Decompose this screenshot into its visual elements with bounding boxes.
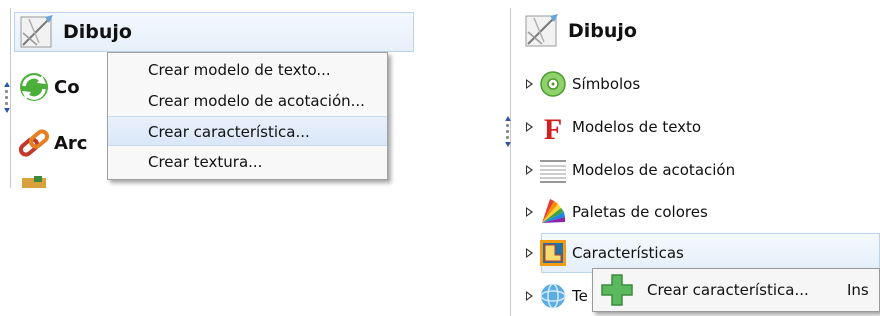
menu-item-shortcut: Ins bbox=[847, 281, 869, 299]
tree-item-label: Características bbox=[572, 244, 684, 262]
expand-arrow-icon[interactable] bbox=[526, 248, 533, 258]
folder-icon bbox=[22, 176, 46, 188]
text-style-icon: F bbox=[544, 113, 562, 142]
right-dibujo-header[interactable]: Dibujo bbox=[520, 12, 637, 50]
menu-item-crear-textura[interactable]: Crear textura... bbox=[108, 147, 387, 177]
left-row-arc-label: Arc bbox=[54, 132, 88, 154]
expand-arrow-icon[interactable] bbox=[526, 79, 533, 89]
menu-item-crear-modelo-texto[interactable]: Crear modelo de texto... bbox=[108, 55, 387, 85]
texture-icon bbox=[540, 283, 566, 309]
left-row-arc[interactable]: Arc bbox=[14, 126, 87, 160]
expand-arrow-icon[interactable] bbox=[526, 207, 533, 217]
left-dibujo-header[interactable]: Dibujo bbox=[14, 12, 414, 52]
menu-item-crear-modelo-acotacion[interactable]: Crear modelo de acotación... bbox=[108, 86, 387, 116]
right-context-menu: Crear característica... Ins bbox=[592, 268, 880, 312]
left-header-title: Dibujo bbox=[63, 21, 132, 43]
menu-item-crear-caracteristica[interactable]: Crear característica... bbox=[108, 116, 387, 146]
expand-arrow-icon[interactable] bbox=[526, 291, 533, 301]
left-row-co[interactable]: Co bbox=[14, 70, 80, 104]
drawing-tools-icon bbox=[20, 15, 53, 48]
tree-item-label: Paletas de colores bbox=[572, 203, 708, 221]
tree-item-label: Símbolos bbox=[572, 75, 641, 93]
expand-arrow-icon[interactable] bbox=[526, 165, 533, 175]
tree-item-caracteristicas[interactable]: Características bbox=[526, 237, 684, 269]
tree-item-te[interactable]: Te bbox=[526, 280, 588, 312]
right-panel-splitter[interactable] bbox=[505, 116, 511, 162]
tree-item-modelos-texto[interactable]: F Modelos de texto bbox=[526, 111, 701, 143]
color-palette-icon bbox=[542, 199, 565, 223]
dimension-style-icon bbox=[540, 160, 566, 183]
refresh-icon bbox=[20, 73, 48, 101]
symbols-icon bbox=[540, 71, 566, 97]
tree-item-label: Te bbox=[572, 287, 588, 305]
left-panel-splitter[interactable] bbox=[4, 82, 10, 128]
tree-item-simbolos[interactable]: Símbolos bbox=[526, 68, 640, 100]
tree-item-paletas[interactable]: Paletas de colores bbox=[526, 196, 708, 228]
right-header-title: Dibujo bbox=[568, 20, 637, 42]
drawing-tools-icon bbox=[525, 14, 558, 47]
left-context-menu: Crear modelo de texto... Crear modelo de… bbox=[107, 52, 388, 180]
menu-item-crear-caracteristica[interactable]: Crear característica... bbox=[647, 281, 809, 299]
left-row-cut[interactable] bbox=[14, 176, 54, 188]
expand-arrow-icon[interactable] bbox=[526, 122, 533, 132]
right-panel-border bbox=[510, 8, 511, 316]
add-icon bbox=[601, 274, 633, 306]
tree-item-modelos-acotacion[interactable]: Modelos de acotación bbox=[526, 154, 735, 186]
tree-item-label: Modelos de acotación bbox=[572, 161, 736, 179]
link-icon bbox=[18, 129, 50, 157]
features-icon bbox=[540, 240, 566, 266]
left-row-co-label: Co bbox=[54, 76, 80, 98]
tree-item-label: Modelos de texto bbox=[572, 118, 702, 136]
svg-text:F: F bbox=[544, 113, 562, 142]
left-panel-border bbox=[10, 8, 11, 188]
